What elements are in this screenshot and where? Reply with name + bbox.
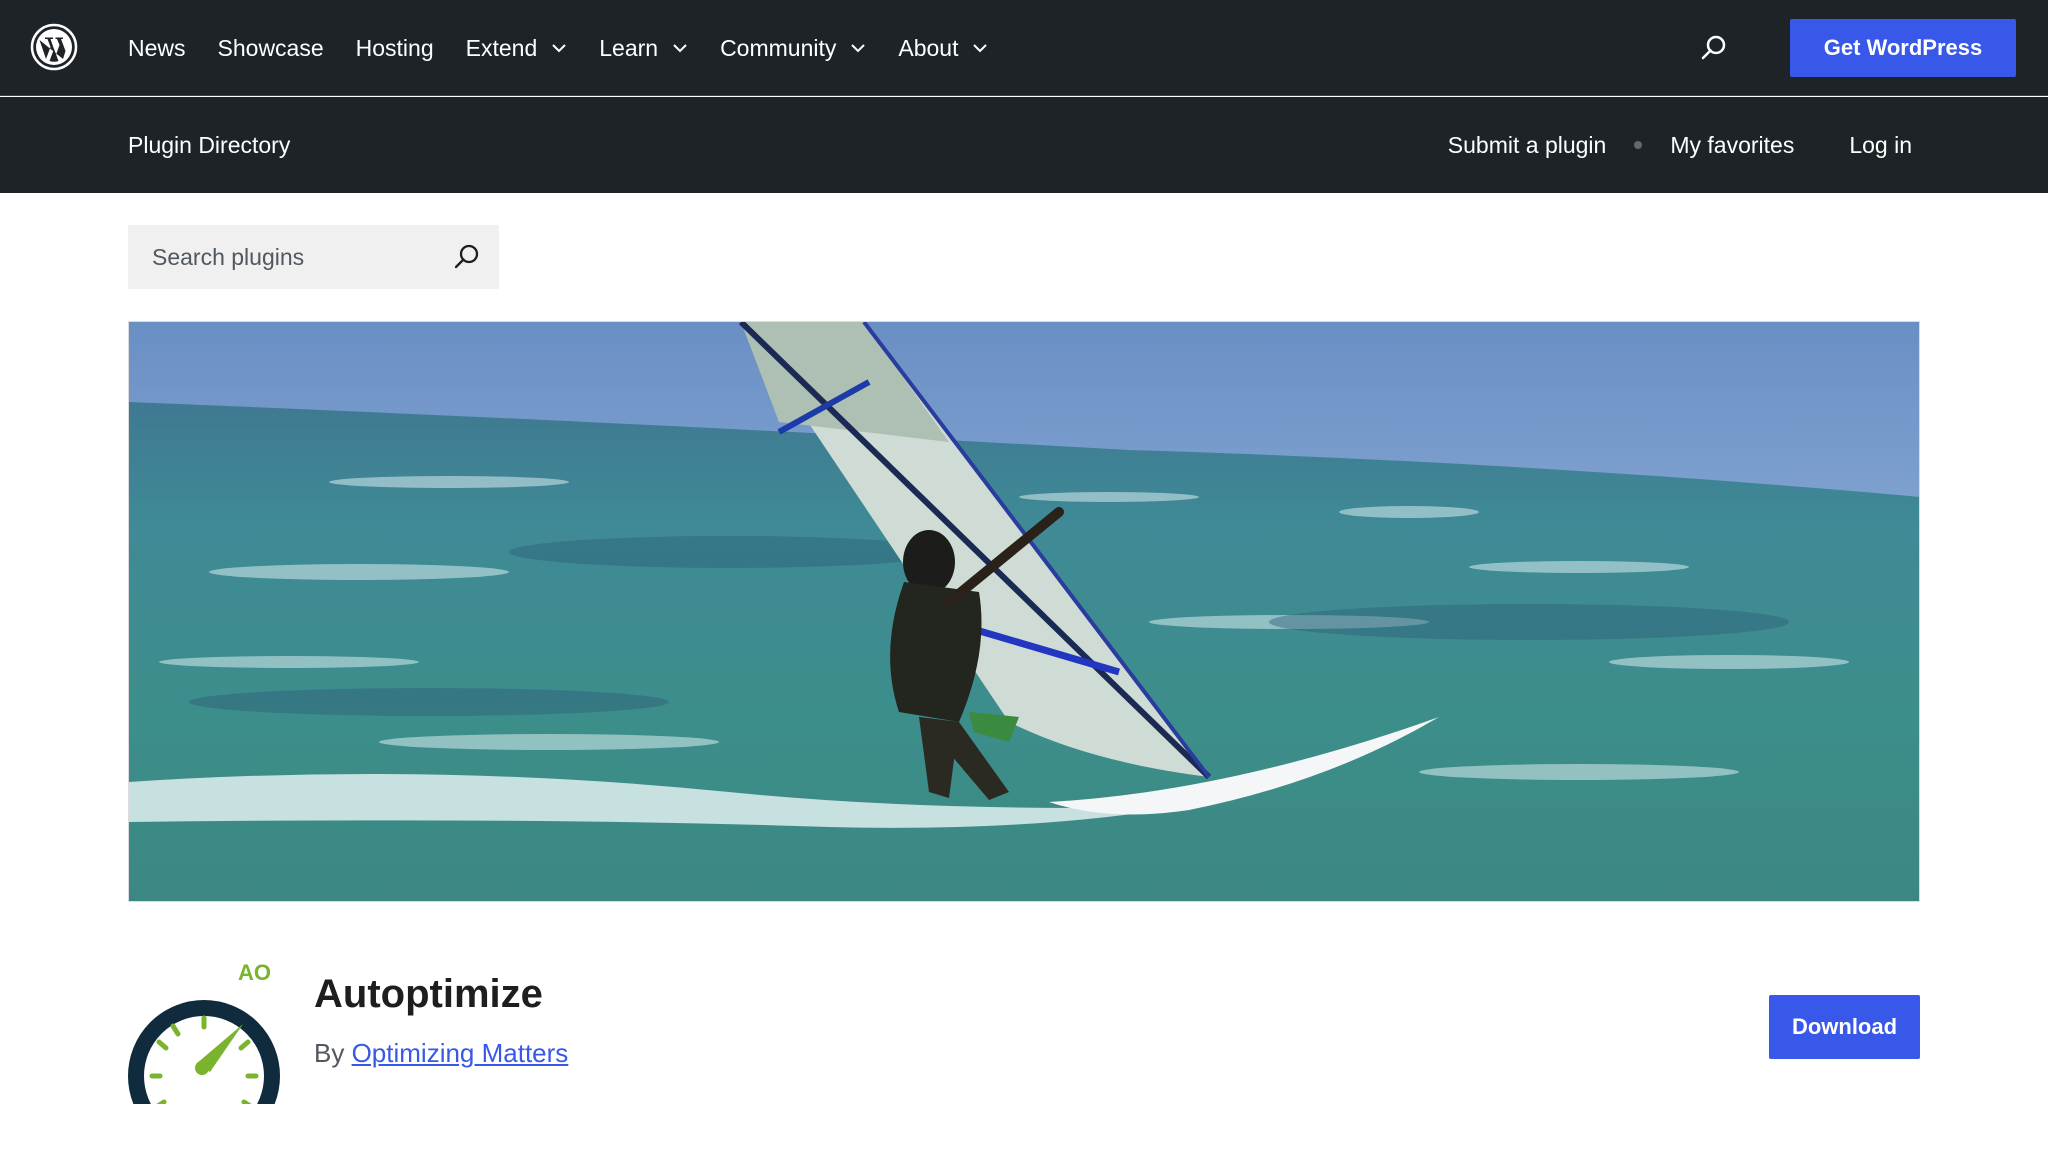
nav-item-label: About [898,34,959,61]
chevron-down-icon [851,44,866,53]
author-link[interactable]: Optimizing Matters [352,1038,569,1068]
nav-item-extend[interactable]: Extend [466,35,568,62]
nav-item-label: Community [720,34,837,61]
nav-item-about[interactable]: About [898,35,988,62]
download-button[interactable]: Download [1769,995,1920,1059]
search-icon[interactable] [452,242,482,272]
global-header: News Showcase Hosting Extend Learn Commu… [0,0,2048,96]
global-nav-menu: News Showcase Hosting Extend Learn Commu… [128,0,1020,96]
nav-item-label: News [128,34,186,61]
plugin-icon-text: AO [238,960,271,985]
nav-item-community[interactable]: Community [720,35,866,62]
log-in-link[interactable]: Log in [1849,132,1912,159]
nav-item-label: Hosting [355,34,434,61]
separator-dot [1634,141,1643,149]
nav-item-learn[interactable]: Learn [599,35,688,62]
windsurfer-illustration [129,322,1919,901]
plugin-search-form [128,225,499,289]
plugin-title: Autoptimize [314,972,543,1016]
by-label: By [314,1038,345,1068]
search-icon[interactable] [1700,34,1728,62]
nav-item-label: Extend [465,34,538,61]
plugin-directory-link[interactable]: Plugin Directory [128,97,290,193]
nav-item-hosting[interactable]: Hosting [356,35,434,62]
chevron-down-icon [673,44,687,53]
get-wordpress-button[interactable]: Get WordPress [1790,19,2016,77]
plugin-author: By Optimizing Matters [314,1038,568,1069]
nav-item-news[interactable]: News [128,35,186,62]
speedometer-icon: AO [128,960,280,1104]
chevron-down-icon [973,44,988,53]
wordpress-logo-icon[interactable] [30,23,78,71]
my-favorites-link[interactable]: My favorites [1670,132,1794,159]
plugin-directory-bar: Plugin Directory Submit a plugin My favo… [0,97,2048,193]
chevron-down-icon [552,44,566,53]
plugin-icon: AO [128,956,284,1104]
sub-nav-links: Submit a plugin My favorites Log in [1448,97,1912,193]
plugin-banner-image [128,321,1920,902]
nav-item-label: Learn [599,34,659,61]
nav-item-label: Showcase [217,34,324,61]
search-plugins-input[interactable] [128,225,428,289]
submit-plugin-link[interactable]: Submit a plugin [1448,132,1607,159]
nav-item-showcase[interactable]: Showcase [218,35,324,62]
